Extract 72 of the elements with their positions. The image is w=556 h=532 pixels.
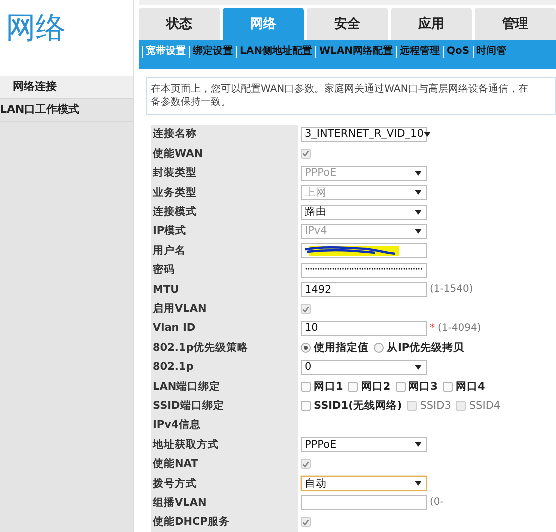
checkbox[interactable] xyxy=(301,382,311,392)
field-label: 启用VLAN xyxy=(153,302,207,316)
field-label: IP模式 xyxy=(153,224,187,238)
range-hint: (0- xyxy=(430,497,444,508)
field-label: 802.1p优先级策略 xyxy=(153,340,249,355)
checkbox[interactable] xyxy=(348,382,358,392)
subnav-link[interactable]: 远程管理 xyxy=(396,46,443,58)
field-label: 使能NAT xyxy=(153,457,198,472)
field-label: MTU xyxy=(153,284,180,296)
subnav-link[interactable]: 绑定设置 xyxy=(189,46,236,58)
caret-icon xyxy=(415,170,422,176)
sidebar-item[interactable]: LAN口工作模式 xyxy=(0,99,133,122)
checkbox-label: 网口1 xyxy=(314,380,344,394)
input-field[interactable] xyxy=(301,495,427,510)
field-label: 使能WAN xyxy=(153,146,204,161)
field-label: SSID端口绑定 xyxy=(153,398,224,413)
checkbox-label: SSID1(无线网络) xyxy=(314,398,402,413)
range-hint: (1-4094) xyxy=(438,322,482,334)
field-label: 拨号方式 xyxy=(153,476,197,491)
checkbox-label: 网口2 xyxy=(361,380,391,394)
field-label: 连接名称 xyxy=(153,127,197,142)
input-field[interactable]: 10 xyxy=(301,320,427,336)
input-field[interactable] xyxy=(301,243,427,258)
caret-icon xyxy=(424,132,431,137)
radio-label: 使用指定值 xyxy=(314,340,369,355)
subnav-link[interactable]: LAN侧地址配置 xyxy=(236,46,316,58)
notice-text: 在本页面上，您可以配置WAN口参数。家庭网关通过WAN口与高层网络设备通信，在 xyxy=(151,82,530,96)
range-hint: (1-1540) xyxy=(430,284,474,296)
section-heading: IPv4信息 xyxy=(153,418,201,432)
field-label: 使能DHCP服务 xyxy=(153,515,230,530)
subnav-link[interactable]: 时间管 xyxy=(472,46,510,58)
nav-tab[interactable]: 应用 xyxy=(391,8,472,40)
notice-text: 备参数保持一致。 xyxy=(151,96,232,109)
nav-tab[interactable]: 状态 xyxy=(139,8,220,40)
checkbox-label: 网口3 xyxy=(408,380,438,394)
field-label: LAN端口绑定 xyxy=(153,380,221,394)
sidebar-item[interactable]: 网络连接 xyxy=(0,76,133,99)
caret-icon xyxy=(415,481,422,486)
dropdown[interactable]: 自动 xyxy=(301,476,427,492)
dropdown[interactable]: 路由 xyxy=(301,204,427,220)
caret-icon xyxy=(415,190,422,196)
checkbox-label: SSID3 xyxy=(420,400,452,412)
input-field[interactable]: 1492 xyxy=(301,282,427,298)
nav-tab[interactable]: 安全 xyxy=(307,8,388,40)
checkbox[interactable] xyxy=(301,400,311,411)
field-label: 业务类型 xyxy=(153,186,197,200)
page-title: 网络 xyxy=(6,10,66,48)
caret-icon xyxy=(415,442,422,448)
caret-icon xyxy=(415,210,422,215)
field-label: 用户名 xyxy=(153,244,186,258)
dropdown[interactable]: 0 xyxy=(301,360,427,375)
field-label: 802.1p xyxy=(153,361,194,374)
field-label: 连接模式 xyxy=(153,205,197,220)
radio-button[interactable] xyxy=(374,342,384,353)
radio-label: 从IP优先级拷贝 xyxy=(387,340,465,355)
required-mark: * xyxy=(430,322,435,334)
caret-icon xyxy=(415,364,422,370)
subnav-link[interactable]: WLAN网络配置 xyxy=(315,46,396,58)
radio-button[interactable] xyxy=(301,342,311,353)
field-label: 组播VLAN xyxy=(153,496,207,510)
checkbox-label: 网口4 xyxy=(456,380,486,394)
caret-icon xyxy=(415,228,422,234)
field-label: 密码 xyxy=(153,263,175,278)
field-label: Vlan ID xyxy=(153,322,196,334)
dropdown[interactable]: PPPoE xyxy=(301,437,427,452)
subnav-link[interactable]: QoS xyxy=(443,46,473,58)
field-label: 地址获取方式 xyxy=(153,438,219,452)
checkbox[interactable] xyxy=(442,382,453,392)
field-label: 封装类型 xyxy=(153,166,197,180)
checkbox[interactable] xyxy=(396,382,406,392)
checkbox-label: SSID4 xyxy=(469,400,501,412)
nav-tab[interactable]: 管理 xyxy=(475,8,556,40)
